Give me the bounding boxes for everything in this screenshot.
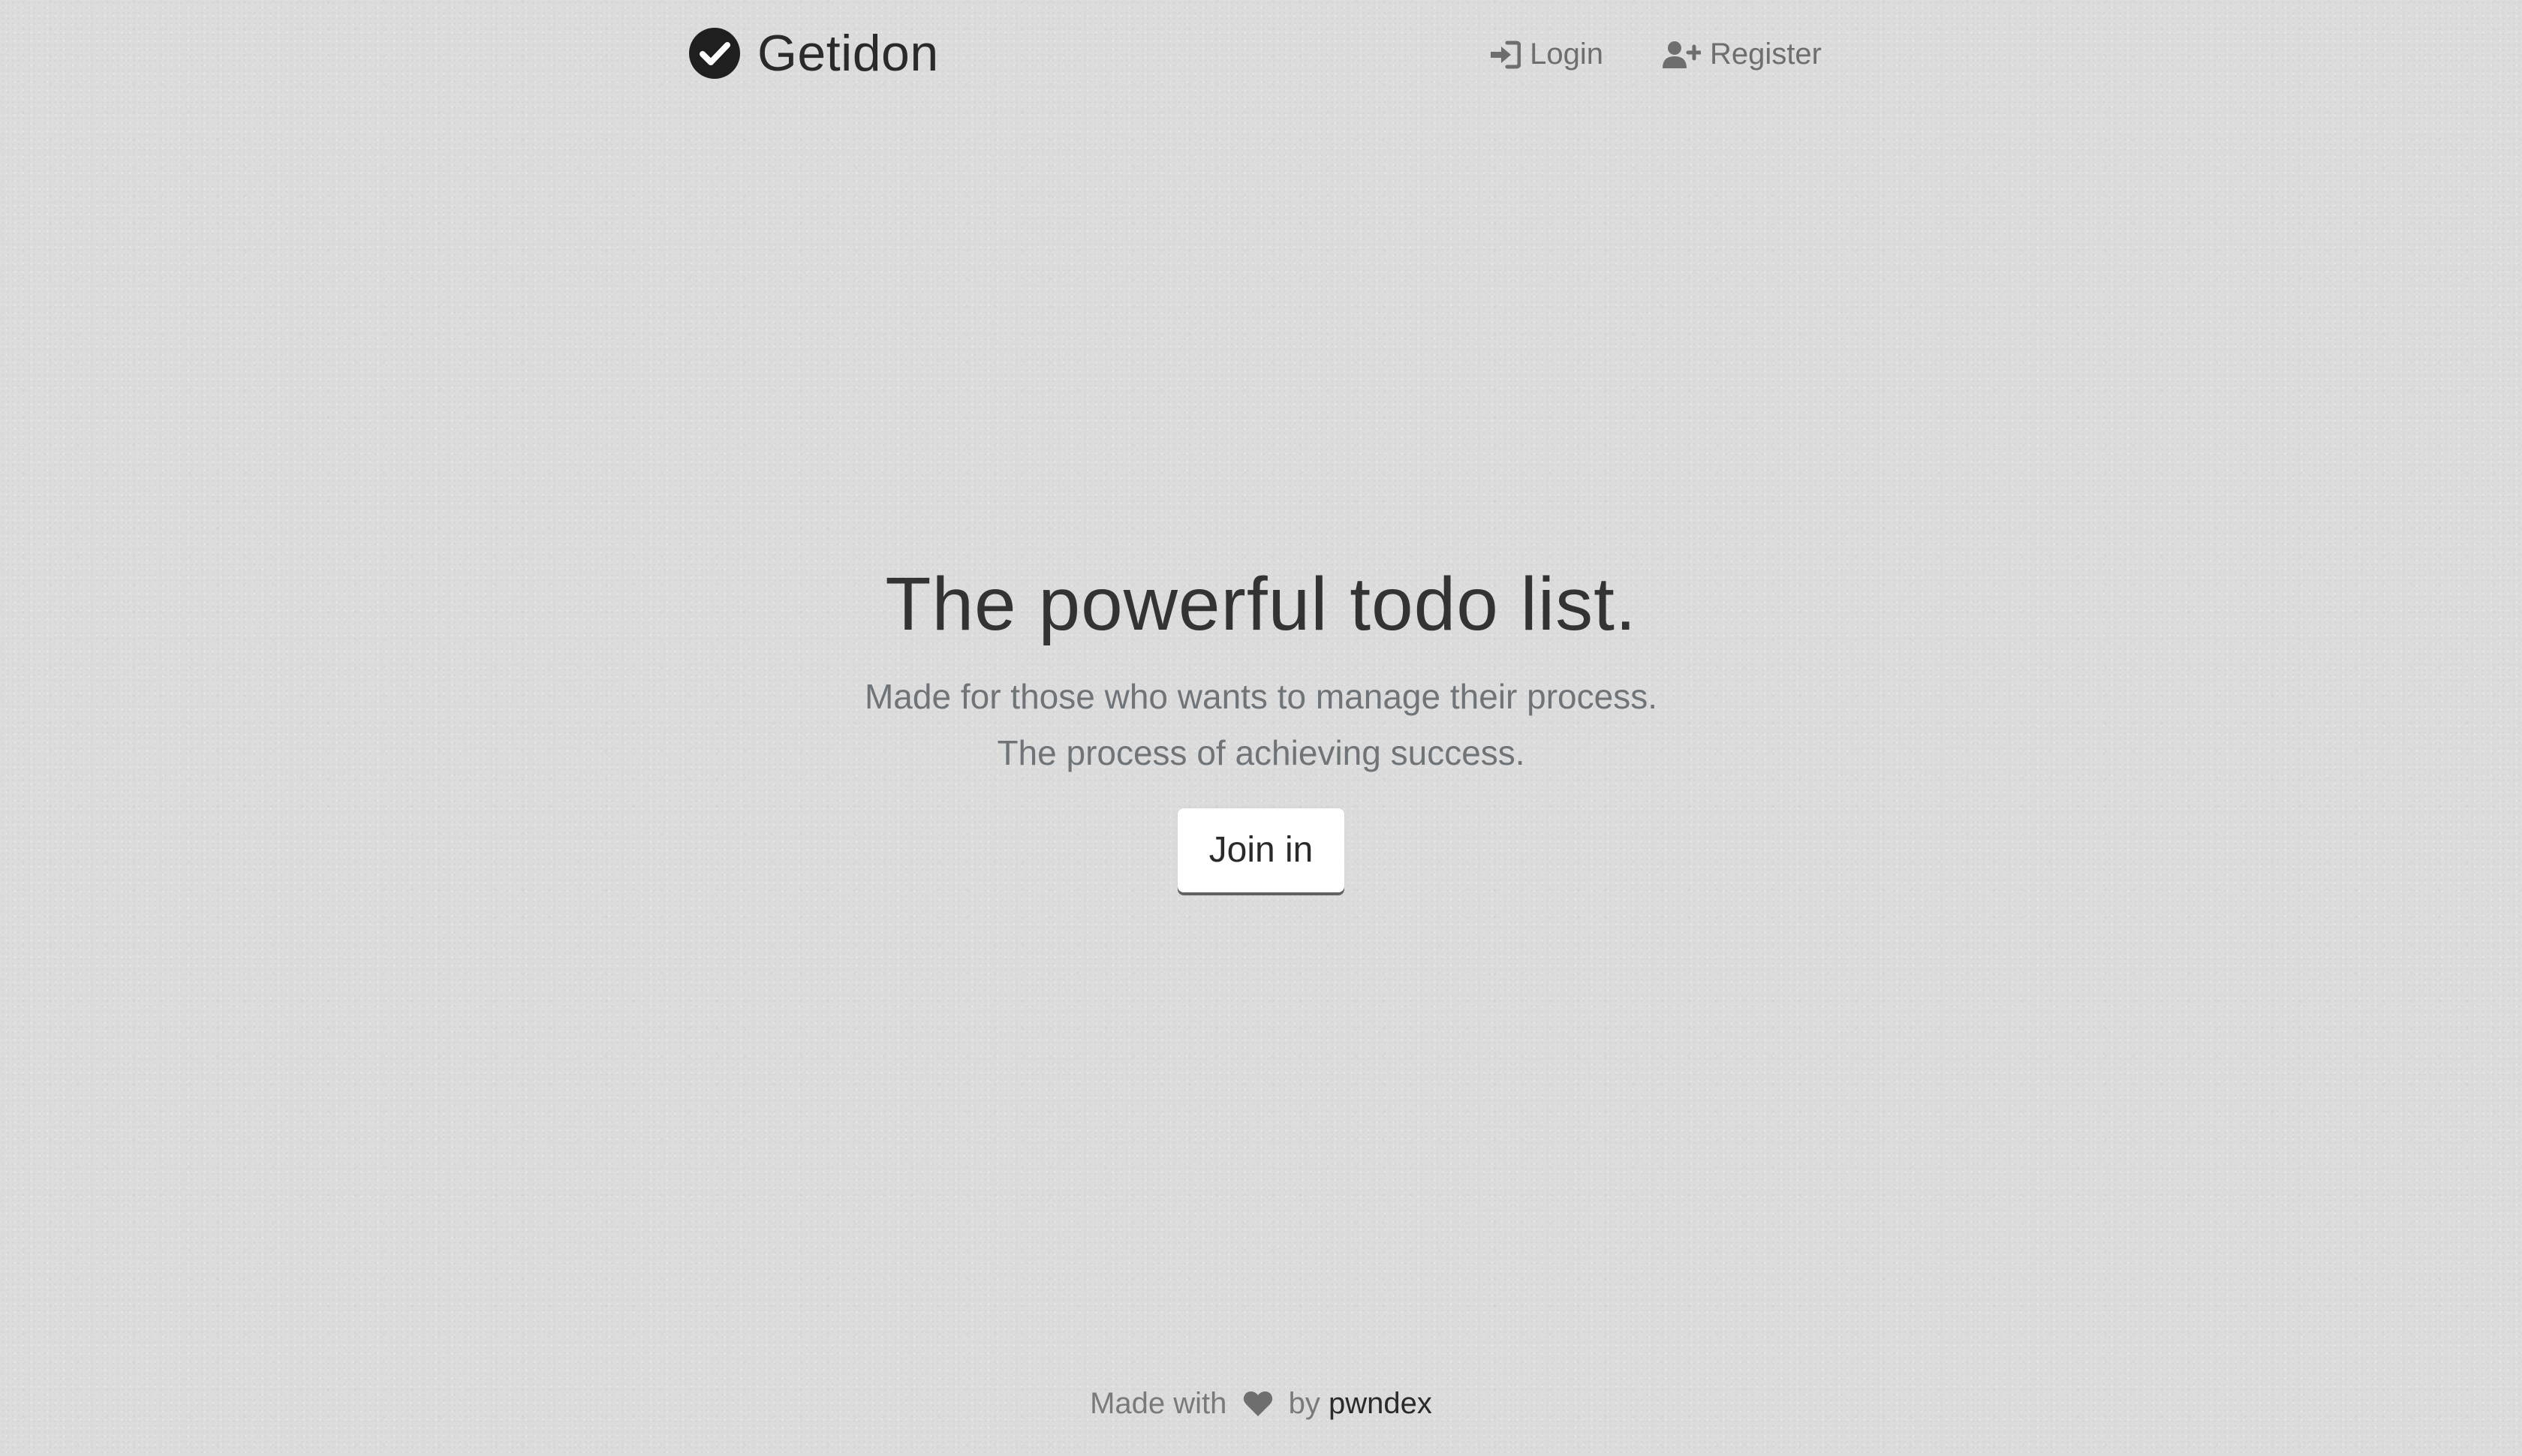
join-in-button[interactable]: Join in [1178,808,1344,892]
register-link[interactable]: Register [1662,38,1822,71]
register-label: Register [1710,38,1822,71]
hero-subtitle: Made for those who wants to manage their… [0,669,2522,781]
navbar: Getidon Login Register [688,21,1822,89]
hero-section: The powerful todo list. Made for those w… [0,559,2522,892]
hero-subtitle-line-1: Made for those who wants to manage their… [864,677,1657,716]
check-circle-icon [689,28,740,79]
footer: Made with by pwndex [0,1381,2522,1426]
author-link[interactable]: pwndex [1329,1387,1432,1420]
login-link[interactable]: Login [1489,38,1603,71]
nav-links: Login Register [1489,38,1822,71]
user-plus-icon [1663,41,1702,68]
footer-by: by [1288,1387,1320,1420]
footer-made-with: Made with [1090,1387,1227,1420]
brand-link[interactable]: Getidon [688,27,939,80]
brand-name: Getidon [757,25,939,82]
hero-title: The powerful todo list. [885,562,1637,646]
hero-subtitle-line-2: The process of achieving success. [997,733,1525,772]
login-label: Login [1530,38,1604,71]
heart-icon [1243,1391,1272,1416]
sign-in-icon [1491,41,1521,68]
